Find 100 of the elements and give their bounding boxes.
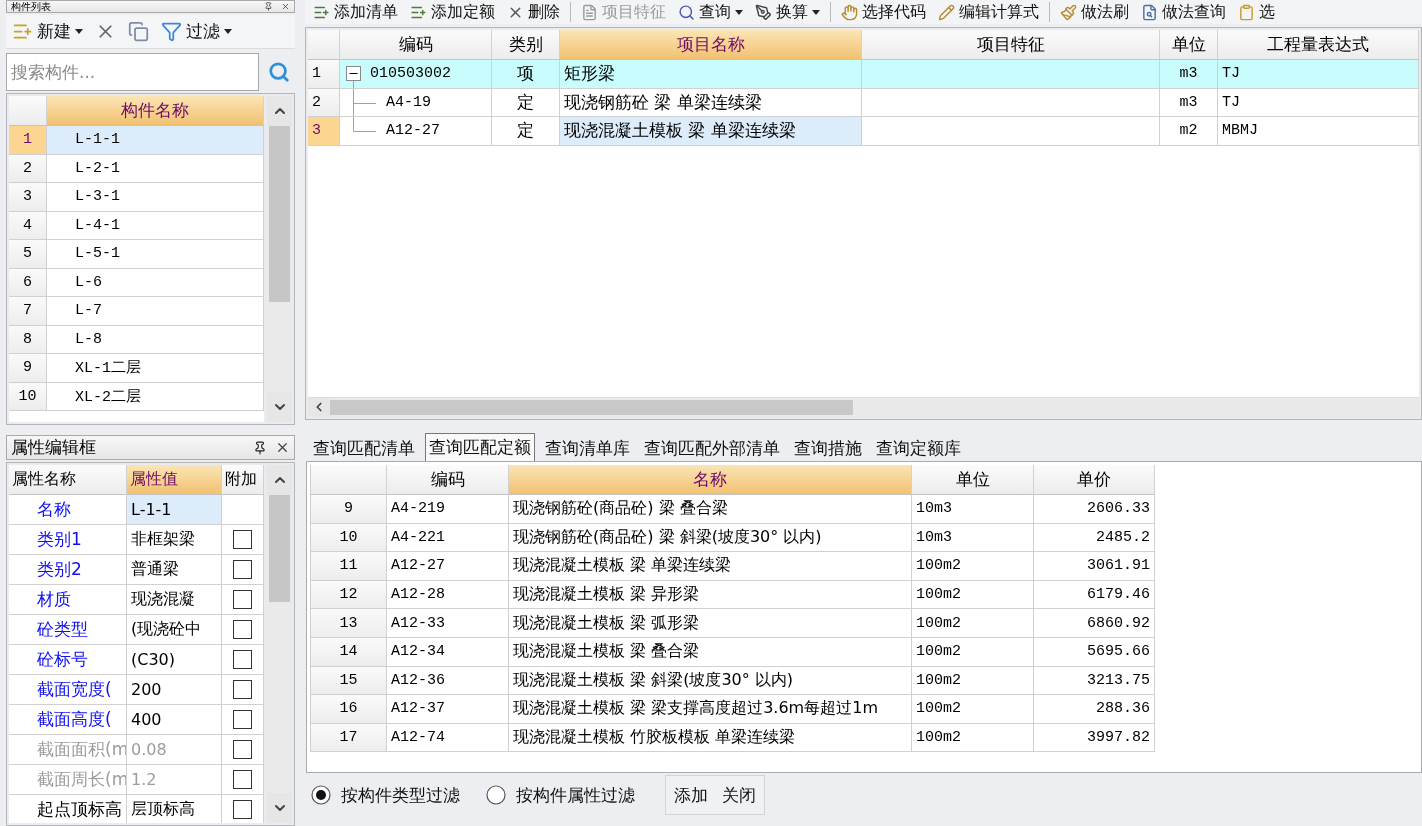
column-header[interactable]: 单位: [1160, 30, 1218, 60]
table-cell[interactable]: L-2-1: [47, 154, 264, 183]
column-header[interactable]: 编码: [387, 465, 509, 495]
column-header[interactable]: 属性值: [127, 465, 222, 495]
column-header[interactable]: 类别: [492, 30, 560, 60]
code-cell[interactable]: A12-27: [340, 117, 492, 146]
toolbar-button[interactable]: 编辑计算式: [934, 1, 1043, 23]
table-cell[interactable]: L-6: [47, 268, 264, 297]
row-number[interactable]: 6: [9, 268, 47, 297]
scrollbar-thumb[interactable]: [330, 400, 853, 415]
toolbar-button[interactable]: [128, 21, 149, 42]
table-cell: 3997.82: [1034, 723, 1155, 753]
search-field[interactable]: 搜索构件...: [6, 53, 259, 91]
tab[interactable]: 查询清单库: [541, 435, 634, 461]
column-header[interactable]: 单位: [912, 465, 1034, 495]
table-cell[interactable]: L-7: [47, 297, 264, 326]
add-button[interactable]: 添加: [674, 783, 708, 807]
toolbar-button[interactable]: 添加定额: [406, 1, 499, 23]
property-name: 类别2: [9, 555, 127, 585]
pin-button[interactable]: [253, 440, 267, 455]
close-button[interactable]: [281, 2, 290, 11]
column-header[interactable]: 项目名称: [560, 30, 862, 60]
row-number[interactable]: 1: [308, 60, 340, 89]
row-number[interactable]: 10: [9, 382, 47, 411]
toolbar-button[interactable]: 做法查询: [1137, 1, 1230, 23]
scrollbar-thumb[interactable]: [269, 495, 290, 603]
table-cell: A12-27: [387, 552, 509, 581]
checkbox[interactable]: [233, 710, 252, 729]
row-number[interactable]: 7: [9, 297, 47, 326]
document-icon: [581, 3, 598, 21]
property-name: 名称: [9, 495, 127, 525]
toolbar-button[interactable]: 新建: [12, 20, 83, 43]
checkbox[interactable]: [233, 800, 252, 819]
table-cell[interactable]: L-8: [47, 325, 264, 354]
close-button[interactable]: 关闭: [722, 783, 756, 807]
tab[interactable]: 查询定额库: [872, 435, 965, 461]
row-number[interactable]: 2: [9, 154, 47, 183]
code-cell[interactable]: A4-19: [340, 88, 492, 117]
property-value[interactable]: 400: [127, 705, 222, 735]
checkbox[interactable]: [233, 590, 252, 609]
property-name: 砼类型: [9, 615, 127, 645]
scrollbar-thumb[interactable]: [269, 126, 290, 302]
toolbar-button[interactable]: 删除: [503, 1, 564, 23]
table-cell: 项: [492, 60, 560, 89]
column-header[interactable]: 属性名称: [9, 465, 127, 495]
column-header[interactable]: 名称: [509, 465, 912, 495]
scrollbar-track[interactable]: [308, 397, 1419, 417]
toolbar-button[interactable]: 添加清单: [309, 1, 402, 23]
tab[interactable]: 查询匹配清单: [309, 435, 419, 461]
tab[interactable]: 查询匹配定额: [425, 433, 535, 461]
table-cell[interactable]: L-3-1: [47, 183, 264, 212]
property-value[interactable]: 非框架梁: [127, 525, 222, 555]
table-cell[interactable]: L-5-1: [47, 240, 264, 269]
column-header[interactable]: 单价: [1034, 465, 1155, 495]
row-number[interactable]: 9: [9, 354, 47, 383]
checkbox[interactable]: [233, 560, 252, 579]
row-number[interactable]: 3: [308, 117, 340, 146]
toolbar-button[interactable]: 查询: [674, 1, 747, 23]
toolbar-button[interactable]: 选择代码: [837, 1, 930, 23]
property-value[interactable]: L-1-1: [127, 495, 222, 525]
checkbox[interactable]: [233, 680, 252, 699]
row-number[interactable]: 1: [9, 126, 47, 155]
property-value[interactable]: 200: [127, 675, 222, 705]
checkbox[interactable]: [233, 620, 252, 639]
property-value[interactable]: 普通梁: [127, 555, 222, 585]
table-cell[interactable]: XL-2二层: [47, 382, 264, 411]
row-number[interactable]: 2: [308, 88, 340, 117]
toolbar-button[interactable]: 过滤: [161, 20, 232, 43]
filter-radio[interactable]: 按构件类型过滤: [311, 783, 460, 807]
column-header[interactable]: 附加: [222, 465, 264, 495]
tab[interactable]: 查询匹配外部清单: [640, 435, 784, 461]
tab[interactable]: 查询措施: [790, 435, 866, 461]
column-header[interactable]: 构件名称: [47, 96, 264, 126]
property-value[interactable]: (C30): [127, 645, 222, 675]
property-name: 截面宽度(: [9, 675, 127, 705]
close-button[interactable]: [275, 440, 290, 455]
property-value[interactable]: (现浇砼中: [127, 615, 222, 645]
row-number[interactable]: 5: [9, 240, 47, 269]
toolbar-button[interactable]: 换算: [751, 1, 824, 23]
row-number[interactable]: 3: [9, 183, 47, 212]
filter-radio[interactable]: 按构件属性过滤: [486, 783, 635, 807]
table-cell[interactable]: XL-1二层: [47, 354, 264, 383]
toolbar-button[interactable]: 做法刷: [1056, 1, 1133, 23]
column-header[interactable]: 编码: [340, 30, 492, 60]
toolbar-button[interactable]: 选: [1234, 1, 1279, 23]
table-cell: 现浇钢筋砼(商品砼) 梁 叠合梁: [509, 495, 912, 524]
row-number[interactable]: 8: [9, 325, 47, 354]
table-cell[interactable]: L-4-1: [47, 211, 264, 240]
row-number: 14: [311, 637, 387, 667]
checkbox[interactable]: [233, 650, 252, 669]
property-value[interactable]: 现浇混凝: [127, 585, 222, 615]
column-header[interactable]: 项目特征: [862, 30, 1160, 60]
checkbox[interactable]: [233, 530, 252, 549]
table-cell: TJ: [1218, 60, 1419, 89]
row-number[interactable]: 4: [9, 211, 47, 240]
code-cell[interactable]: 010503002: [340, 60, 492, 89]
pin-button[interactable]: [264, 2, 273, 11]
funnel-icon: [161, 21, 182, 42]
column-header[interactable]: 工程量表达式: [1218, 30, 1419, 60]
table-cell[interactable]: L-1-1: [47, 126, 264, 155]
